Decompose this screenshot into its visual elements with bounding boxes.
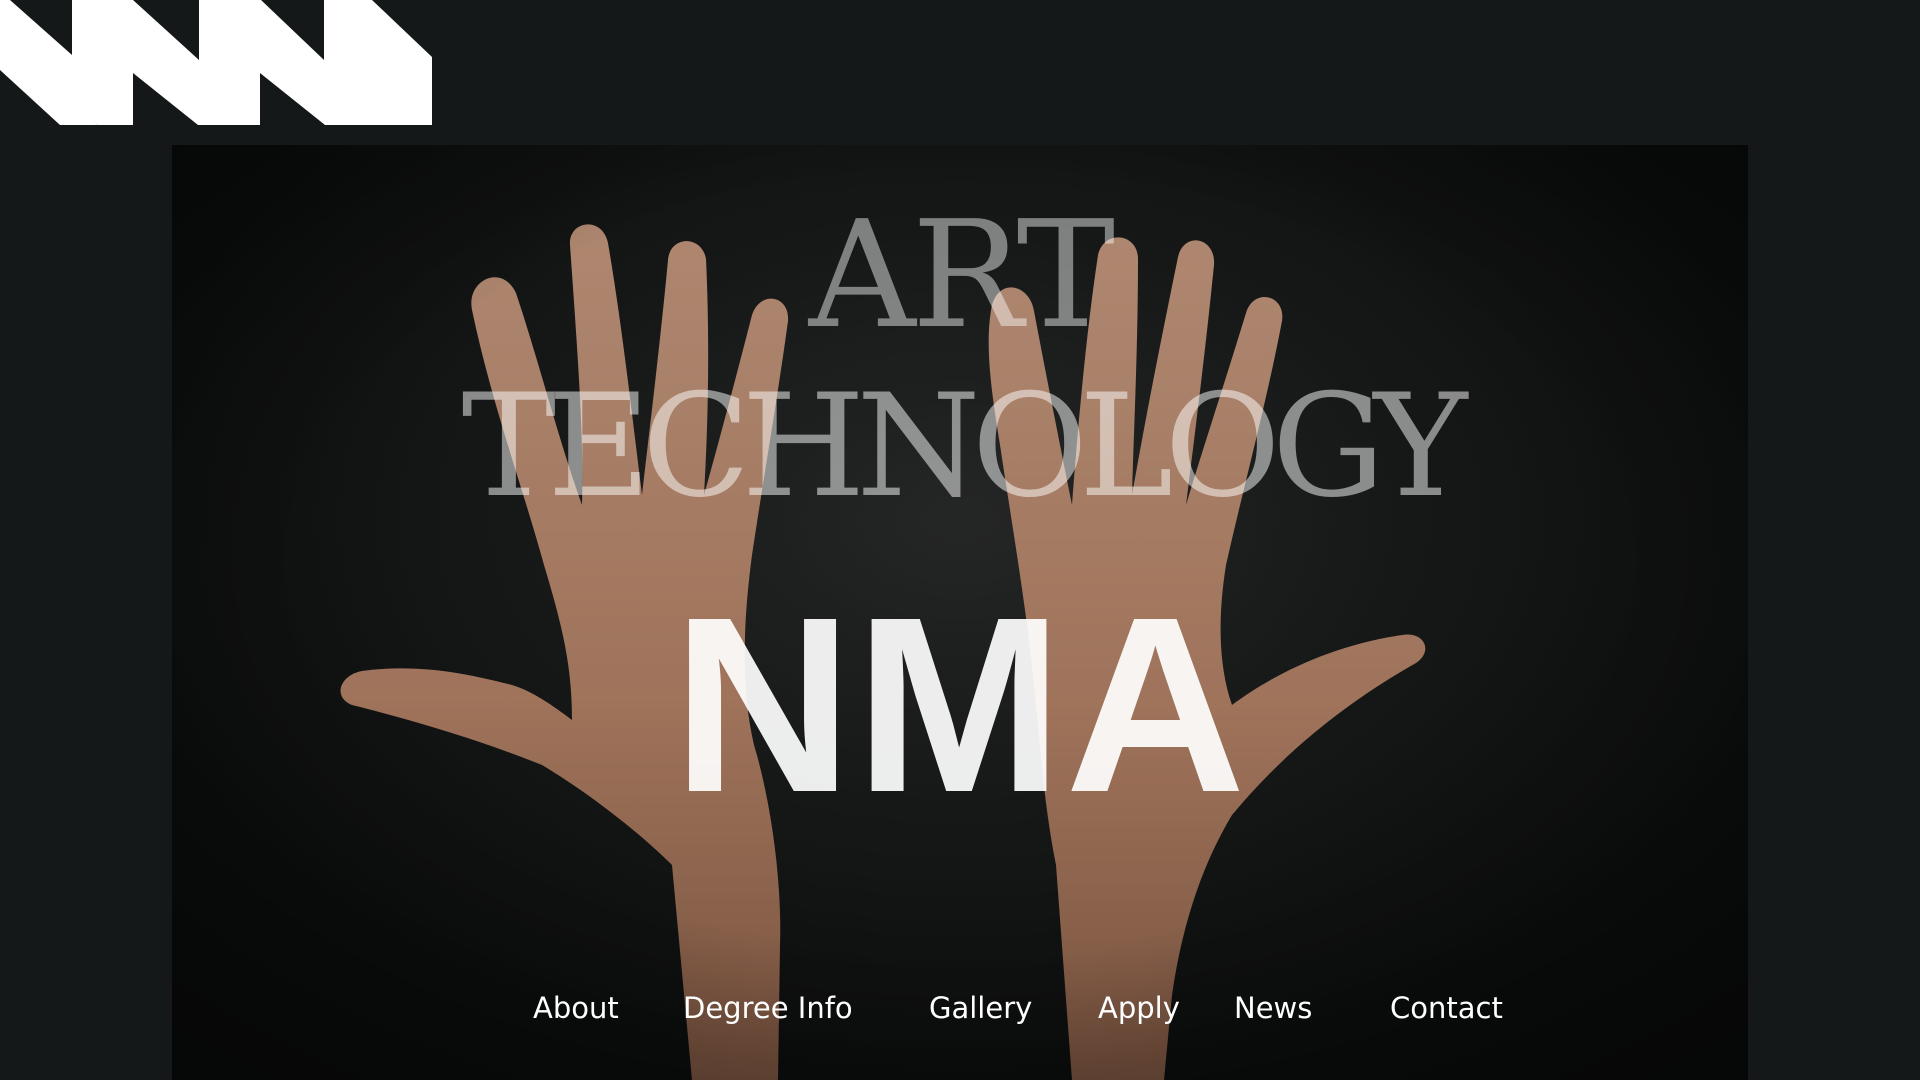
hero-title-art: ART — [808, 189, 1115, 361]
nav-link-degree-info[interactable]: Degree Info — [683, 988, 853, 1028]
hero-section: ART TECHNOLOGY NMA — [172, 145, 1748, 1080]
nav-link-news[interactable]: News — [1234, 988, 1312, 1028]
nma-logo-icon[interactable] — [0, 0, 432, 125]
hero-title-technology: TECHNOLOGY — [461, 364, 1468, 529]
page: ART TECHNOLOGY NMA About Degree Info Gal… — [0, 0, 1920, 1080]
nav-link-apply[interactable]: Apply — [1098, 988, 1180, 1028]
nav-link-contact[interactable]: Contact — [1390, 988, 1503, 1028]
nav-link-about[interactable]: About — [533, 988, 619, 1028]
hero-title-nma: NMA — [672, 565, 1248, 844]
nav-link-gallery[interactable]: Gallery — [929, 988, 1032, 1028]
